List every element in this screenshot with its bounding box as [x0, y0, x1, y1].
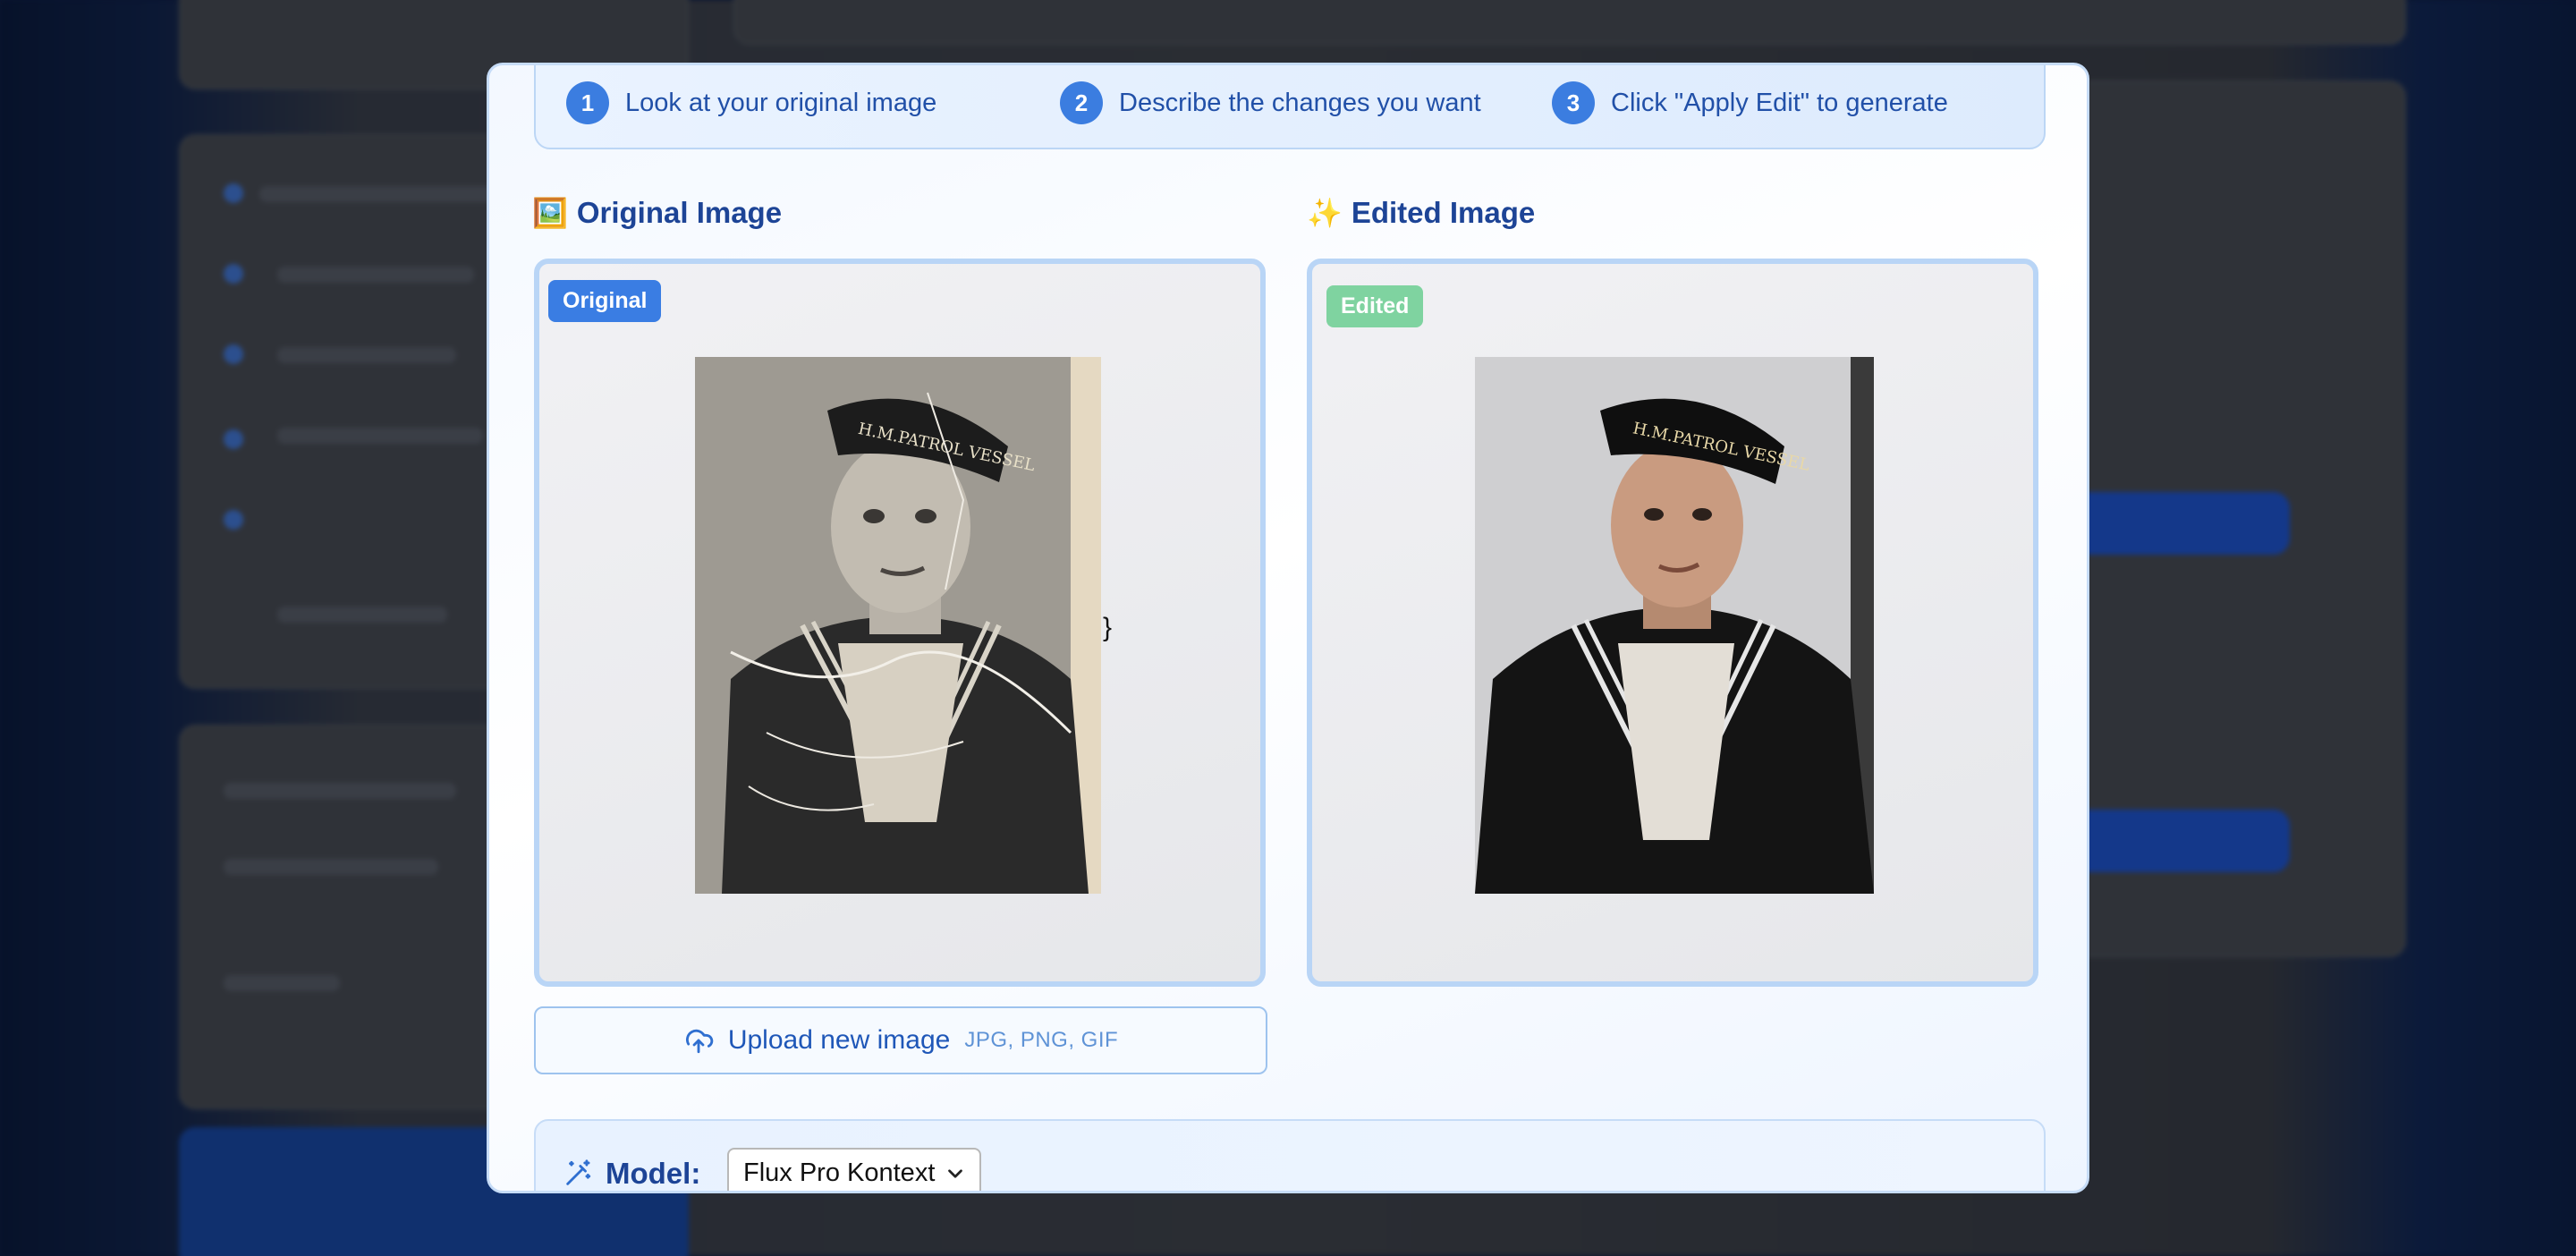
edited-photo: H.M.PATROL VESSEL — [1475, 357, 1874, 894]
step-text: Describe the changes you want — [1119, 88, 1481, 117]
step-1: 1 Look at your original image — [566, 81, 936, 124]
bg-dot — [224, 264, 243, 284]
upload-new-image-button[interactable]: Upload new image JPG, PNG, GIF — [534, 1006, 1267, 1074]
step-2: 2 Describe the changes you want — [1060, 81, 1481, 124]
step-text: Look at your original image — [625, 88, 937, 117]
framed-picture-icon: 🖼️ — [532, 197, 568, 229]
stray-brace-text: } — [1103, 613, 1113, 642]
model-selected-value: Flux Pro Kontext — [743, 1158, 936, 1187]
sparkles-icon: ✨ — [1307, 197, 1343, 229]
edited-badge: Edited — [1326, 285, 1424, 327]
model-selector-bar: Model: Flux Pro Kontext — [534, 1119, 2046, 1191]
model-label: Model: — [563, 1157, 700, 1191]
bg-line — [224, 783, 456, 799]
bg-line — [224, 975, 340, 991]
bg-right-button-2 — [2057, 810, 2290, 872]
magic-wand-icon — [566, 1159, 591, 1185]
upload-label: Upload new image — [727, 1025, 951, 1055]
instruction-steps: 1 Look at your original image 2 Describe… — [534, 65, 2046, 149]
model-dropdown[interactable]: Flux Pro Kontext — [727, 1148, 981, 1191]
bg-line — [224, 859, 438, 875]
bg-line — [277, 428, 483, 444]
heading-text: Original Image — [576, 196, 783, 229]
heading-text: Edited Image — [1351, 196, 1536, 229]
step-number: 1 — [566, 81, 609, 124]
bg-dot — [224, 510, 243, 530]
step-3: 3 Click "Apply Edit" to generate — [1552, 81, 1948, 124]
bg-line — [277, 347, 456, 363]
sailor-photo-edited-illustration: H.M.PATROL VESSEL — [1475, 357, 1874, 894]
original-image-heading: 🖼️ Original Image — [532, 196, 782, 230]
bg-line — [277, 267, 474, 283]
original-image-panel: Original H.M.PATROL VESSEL} — [534, 259, 1266, 987]
image-editor-modal: 1 Look at your original image 2 Describe… — [487, 63, 2089, 1193]
bg-dot — [224, 183, 243, 203]
chevron-down-icon — [948, 1169, 962, 1178]
edited-image-heading: ✨ Edited Image — [1307, 196, 1535, 230]
step-number: 2 — [1060, 81, 1103, 124]
bg-right-button-1 — [2057, 492, 2290, 555]
original-photo: H.M.PATROL VESSEL — [695, 357, 1101, 894]
bg-dot — [224, 344, 243, 364]
step-number: 3 — [1552, 81, 1595, 124]
bg-dot — [224, 429, 243, 449]
model-label-text: Model: — [606, 1157, 701, 1190]
sailor-photo-original-illustration: H.M.PATROL VESSEL — [695, 357, 1101, 894]
upload-formats: JPG, PNG, GIF — [964, 1028, 1119, 1052]
bg-top-bar — [733, 0, 2406, 45]
original-badge: Original — [548, 280, 662, 322]
cloud-upload-icon — [685, 1029, 714, 1054]
bg-line — [277, 607, 447, 623]
step-text: Click "Apply Edit" to generate — [1611, 88, 1948, 117]
edited-image-panel: Edited H.M.PATROL VESSEL — [1307, 259, 2038, 987]
